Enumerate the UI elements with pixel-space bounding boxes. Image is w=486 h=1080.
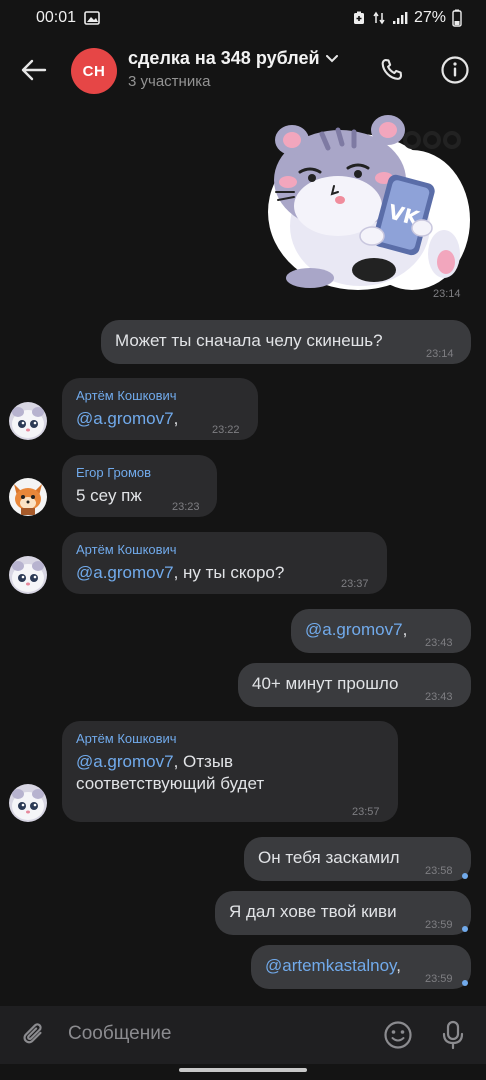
- avatar-egor[interactable]: [9, 478, 47, 516]
- sender-name[interactable]: Егор Громов: [76, 465, 203, 481]
- smile-icon: [384, 1021, 412, 1049]
- mention-link[interactable]: @a.gromov7: [76, 409, 174, 428]
- chat-header: СН сделка на 348 рублей 3 участника: [0, 38, 486, 102]
- message-time: 23:14: [426, 348, 454, 360]
- hamster-sticker[interactable]: VK 23:14: [262, 110, 470, 300]
- chat-title: сделка на 348 рублей: [128, 48, 320, 68]
- message-time: 23:22: [212, 424, 240, 436]
- message-bubble-incoming[interactable]: Артём Кошкович @a.gromov7, 23:22: [62, 378, 258, 440]
- participants-count: 3 участника: [128, 73, 211, 90]
- info-icon: [441, 56, 469, 84]
- message-time: 23:37: [341, 578, 369, 590]
- message-bubble-outgoing[interactable]: @artemkastalnoy, 23:59: [251, 945, 471, 989]
- attach-button[interactable]: [15, 1016, 53, 1054]
- message-time: 23:23: [172, 501, 200, 513]
- message-text-line-2: соответствующий будет: [76, 774, 265, 793]
- message-text: Он тебя заскамил: [258, 848, 400, 867]
- mention-link[interactable]: @a.gromov7: [76, 563, 174, 582]
- message-bubble-outgoing[interactable]: Я дал хове твой киви 23:59: [215, 891, 471, 935]
- unread-indicator: [462, 873, 468, 879]
- message-bubble-incoming[interactable]: Артём Кошкович @a.gromov7, Отзыв соответ…: [62, 721, 398, 822]
- mention-link[interactable]: @artemkastalnoy: [265, 956, 396, 975]
- message-bubble-outgoing[interactable]: Он тебя заскамил 23:58: [244, 837, 471, 881]
- call-button[interactable]: [374, 52, 410, 88]
- avatar-artem[interactable]: [9, 402, 47, 440]
- phone-icon: [381, 59, 403, 80]
- message-time: 23:14: [433, 288, 461, 300]
- battery-icon: [452, 9, 462, 27]
- message-time: 23:43: [425, 637, 453, 649]
- message-text: , Отзыв: [173, 752, 234, 771]
- sender-name[interactable]: Артём Кошкович: [76, 731, 384, 747]
- hamster-avatar-icon: [9, 556, 47, 594]
- mention-link[interactable]: @a.gromov7: [76, 752, 174, 771]
- fox-avatar-icon: [9, 478, 47, 516]
- sender-name[interactable]: Артём Кошкович: [76, 542, 373, 558]
- message-time: 23:43: [425, 691, 453, 703]
- message-bubble-outgoing[interactable]: Может ты сначала челу скинешь? 23:14: [101, 320, 471, 364]
- message-time: 23:58: [425, 865, 453, 877]
- message-time: 23:57: [352, 806, 380, 818]
- emoji-button[interactable]: [379, 1016, 417, 1054]
- message-text: , ну ты скоро?: [173, 563, 285, 582]
- message-bubble-outgoing[interactable]: @a.gromov7, 23:43: [291, 609, 471, 653]
- paperclip-icon: [23, 1023, 42, 1044]
- battery-percent: 27%: [413, 9, 446, 26]
- message-text: ,: [173, 409, 179, 428]
- message-time: 23:59: [425, 973, 453, 985]
- mention-link[interactable]: @a.gromov7: [305, 620, 403, 639]
- message-bubble-outgoing[interactable]: 40+ минут прошло 23:43: [238, 663, 471, 707]
- message-bubble-incoming[interactable]: Егор Громов 5 сеу пж 23:23: [62, 455, 217, 517]
- microphone-icon: [442, 1020, 464, 1050]
- chevron-down-icon: [325, 54, 338, 62]
- message-text: 5 сеу пж: [76, 486, 142, 505]
- sender-name[interactable]: Артём Кошкович: [76, 388, 244, 404]
- avatar-artem[interactable]: [9, 556, 47, 594]
- unread-indicator: [462, 926, 468, 932]
- home-indicator[interactable]: [179, 1068, 307, 1072]
- message-composer: Сообщение: [0, 1006, 486, 1064]
- message-text: ,: [402, 620, 408, 639]
- chat-avatar[interactable]: СН: [71, 48, 117, 94]
- data-transfer-icon: [372, 11, 386, 25]
- gallery-notification-icon: [84, 11, 100, 25]
- hamster-avatar-icon: [9, 402, 47, 440]
- status-bar: 00:01 27%: [0, 0, 486, 36]
- chat-info-button[interactable]: [437, 52, 473, 88]
- hamster-avatar-icon: [9, 784, 47, 822]
- back-button[interactable]: [18, 54, 50, 86]
- message-text: Может ты сначала челу скинешь?: [115, 331, 383, 350]
- message-text: Я дал хове твой киви: [229, 902, 397, 921]
- battery-saver-icon: [352, 11, 366, 25]
- message-bubble-incoming[interactable]: Артём Кошкович @a.gromov7, ну ты скоро? …: [62, 532, 387, 594]
- message-input[interactable]: Сообщение: [68, 1023, 171, 1045]
- avatar-artem[interactable]: [9, 784, 47, 822]
- arrow-left-icon: [21, 59, 47, 81]
- message-time: 23:59: [425, 919, 453, 931]
- status-time: 00:01: [36, 9, 77, 26]
- signal-icon: [392, 11, 408, 25]
- message-text: 40+ минут прошло: [252, 674, 399, 693]
- unread-indicator: [462, 980, 468, 986]
- voice-message-button[interactable]: [434, 1016, 472, 1054]
- message-text: ,: [396, 956, 402, 975]
- chat-title-block[interactable]: сделка на 348 рублей 3 участника: [128, 48, 338, 90]
